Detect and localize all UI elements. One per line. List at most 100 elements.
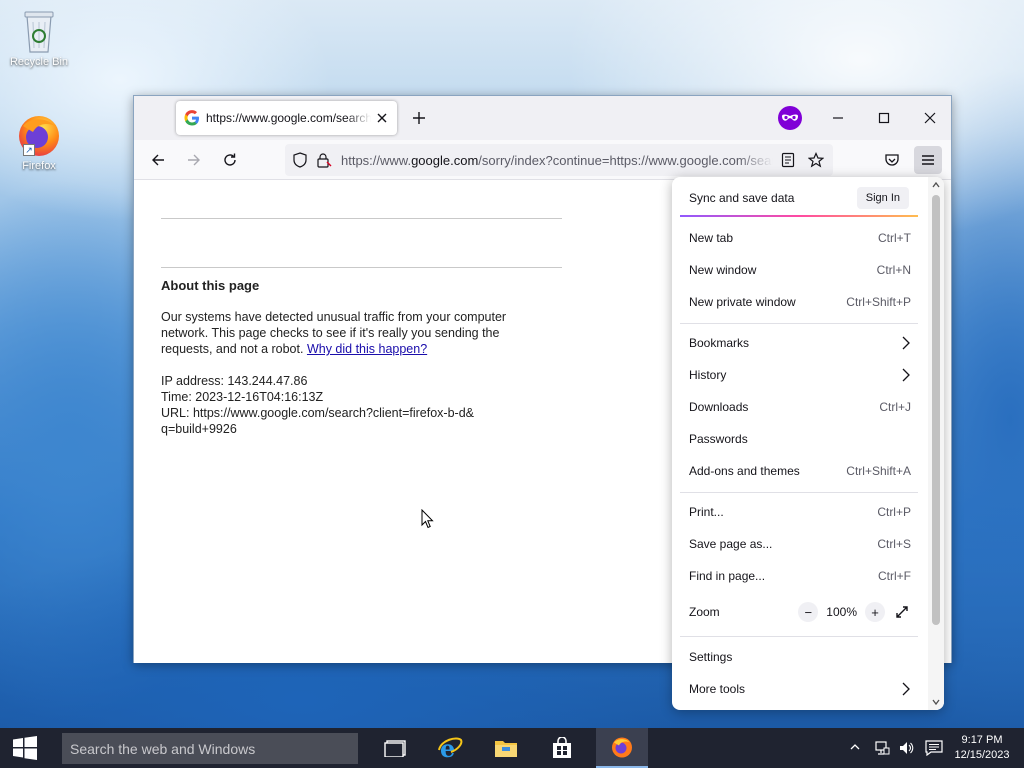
back-arrow-icon [152, 154, 164, 166]
ip-address-text: IP address: 143.244.47.86 [161, 374, 308, 388]
title-bar: https://www.google.com/search?client=fir… [134, 96, 951, 140]
menu-item-shortcut: Ctrl+J [879, 400, 911, 414]
menu-item-find-in-page[interactable]: Find in page... Ctrl+F [680, 561, 920, 591]
menu-item-label: Zoom [689, 605, 720, 619]
volume-icon[interactable] [898, 740, 914, 759]
app-menu-button[interactable] [914, 146, 942, 174]
clock-date: 12/15/2023 [954, 749, 1010, 761]
pocket-icon [885, 154, 899, 166]
bookmark-star-icon[interactable] [805, 149, 827, 171]
divider [161, 267, 562, 268]
sync-row: Sync and save data Sign In [680, 181, 918, 217]
menu-separator [680, 636, 918, 637]
menu-item-new-tab[interactable]: New tab Ctrl+T [680, 223, 920, 253]
task-view-icon [384, 740, 406, 757]
menu-item-print[interactable]: Print... Ctrl+P [680, 497, 920, 527]
menu-item-label: New tab [689, 231, 734, 245]
show-hidden-icons-chevron-icon[interactable] [850, 740, 860, 755]
windows-logo-icon [13, 736, 37, 760]
menu-item-label: Save page as... [689, 537, 773, 551]
time-text: Time: 2023-12-16T04:16:13Z [161, 390, 324, 404]
reload-icon [224, 153, 236, 166]
reload-button[interactable] [216, 146, 244, 174]
firefox-icon [612, 737, 632, 758]
forward-arrow-icon [188, 154, 200, 166]
shortcut-arrow-icon: ↗ [23, 144, 35, 156]
desktop-icon-recycle-bin[interactable]: Recycle Bin [4, 6, 74, 68]
app-menu-list: Sync and save data Sign In New tab Ctrl+T… [672, 177, 928, 710]
menu-item-label: More tools [689, 682, 746, 696]
url-path: /sorry/index?continue=https://www.google… [478, 152, 773, 168]
why-did-this-happen-link[interactable]: Why did this happen? [307, 342, 427, 356]
maximize-icon [878, 112, 890, 124]
close-tab-icon[interactable] [375, 111, 389, 125]
menu-item-shortcut: Ctrl+P [877, 505, 911, 519]
zoom-out-button[interactable]: − [798, 602, 819, 622]
desktop-icon-label: Recycle Bin [9, 56, 69, 68]
lock-icon[interactable] [315, 151, 333, 169]
menu-item-label: Passwords [689, 432, 748, 446]
reader-view-icon[interactable] [777, 149, 799, 171]
menu-scrollbar[interactable] [928, 177, 944, 710]
maximize-button[interactable] [870, 104, 898, 132]
google-favicon-icon [184, 110, 200, 126]
system-clock[interactable]: 9:17 PM 12/15/2023 [948, 733, 1016, 763]
menu-item-new-private-window[interactable]: New private window Ctrl+Shift+P [680, 287, 920, 317]
hamburger-menu-icon [922, 155, 934, 165]
desktop-icon-label: Firefox [22, 160, 56, 172]
fullscreen-expand-icon[interactable] [893, 603, 911, 621]
menu-item-shortcut: Ctrl+Shift+P [846, 295, 911, 309]
taskbar-file-explorer[interactable] [484, 728, 528, 768]
taskbar-task-view-button[interactable] [374, 728, 418, 768]
scroll-up-icon[interactable] [932, 181, 940, 189]
menu-item-shortcut: Ctrl+S [877, 537, 911, 551]
zoom-level[interactable]: 100% [826, 605, 857, 619]
back-button[interactable] [144, 146, 172, 174]
scroll-down-icon[interactable] [932, 698, 940, 706]
sign-in-button[interactable]: Sign In [856, 187, 909, 209]
network-icon[interactable] [874, 740, 890, 759]
menu-separator [680, 492, 918, 493]
divider [161, 218, 562, 219]
forward-button[interactable] [180, 146, 208, 174]
tracking-protection-shield-icon[interactable] [291, 151, 309, 169]
folder-icon [495, 741, 517, 757]
menu-item-new-window[interactable]: New window Ctrl+N [680, 255, 920, 285]
new-tab-button[interactable] [408, 107, 430, 129]
desktop-icon-firefox[interactable]: ↗ Firefox [4, 112, 74, 172]
unusual-traffic-message: Our systems have detected unusual traffi… [161, 309, 541, 357]
taskbar-store[interactable] [540, 728, 584, 768]
start-button[interactable] [0, 728, 50, 768]
menu-item-shortcut: Ctrl+Shift+A [846, 464, 911, 478]
app-menu-panel: Sync and save data Sign In New tab Ctrl+T… [672, 177, 944, 710]
action-center-icon[interactable] [925, 740, 943, 759]
browser-tab[interactable]: https://www.google.com/search?client=fir… [176, 101, 397, 135]
menu-item-history[interactable]: History [680, 360, 920, 390]
menu-item-label: Find in page... [689, 569, 766, 583]
menu-item-add-ons-and-themes[interactable]: Add-ons and themes Ctrl+Shift+A [680, 456, 920, 486]
menu-item-passwords[interactable]: Passwords [680, 424, 920, 454]
menu-item-bookmarks[interactable]: Bookmarks [680, 328, 920, 358]
zoom-in-button[interactable]: + [865, 602, 885, 622]
chevron-right-icon [902, 336, 910, 350]
url-line-2-text: q=build+9926 [161, 422, 237, 436]
menu-item-downloads[interactable]: Downloads Ctrl+J [680, 392, 920, 422]
taskbar-firefox[interactable] [596, 728, 648, 768]
close-window-button[interactable] [916, 104, 944, 132]
chevron-right-icon [902, 368, 910, 382]
plus-icon [413, 112, 425, 124]
mouse-cursor-icon [421, 508, 435, 529]
recycle-bin-icon [19, 6, 59, 54]
pocket-button[interactable] [878, 146, 906, 174]
url-bar[interactable]: https://www.google.com/sorry/index?conti… [285, 144, 833, 176]
taskbar-internet-explorer[interactable]: e [428, 728, 472, 768]
menu-item-settings[interactable]: Settings [680, 642, 920, 672]
minimize-button[interactable] [824, 104, 852, 132]
taskbar-search-input[interactable]: Search the web and Windows [62, 733, 358, 764]
menu-item-more-tools[interactable]: More tools [680, 674, 920, 704]
menu-item-label: New private window [689, 295, 796, 309]
menu-item-save-page-as[interactable]: Save page as... Ctrl+S [680, 529, 920, 559]
private-browsing-mask-icon [778, 106, 802, 130]
scrollbar-thumb[interactable] [932, 195, 940, 625]
taskbar: Search the web and Windows e 9:17 PM 12/… [0, 728, 1024, 768]
